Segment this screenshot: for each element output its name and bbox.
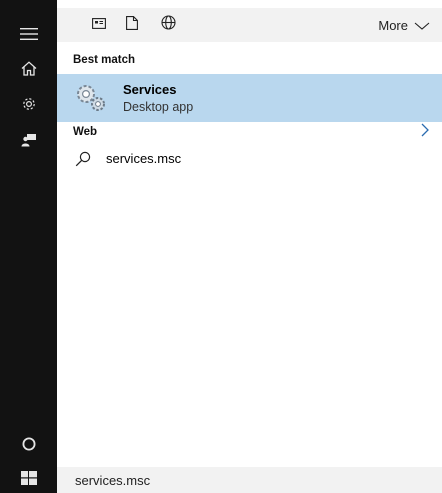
web-suggestion-text: services.msc [106,151,182,166]
search-panel: More Best match Services Desktop app Web [57,0,442,493]
web-filter-button[interactable] [153,8,183,42]
gear-icon [21,96,37,112]
more-filters-button[interactable]: More [378,8,430,42]
home-icon [21,60,37,76]
documents-filter-button[interactable] [117,8,147,42]
feedback-user-icon [21,133,37,147]
best-match-subtitle: Desktop app [123,100,194,114]
windows-start-icon [20,470,37,485]
services-gear-icon [73,83,111,118]
web-results-arrow[interactable] [418,123,432,142]
best-match-title: Services [123,82,177,97]
cortana-button[interactable] [0,424,57,464]
hamburger-menu-icon [19,28,38,40]
best-match-result[interactable]: Services Desktop app [57,74,442,122]
apps-filter-button[interactable] [84,8,114,42]
home-button[interactable] [0,48,57,88]
apps-filter-icon [92,16,106,34]
settings-button[interactable] [0,84,57,124]
cortana-circle-icon [22,437,36,451]
globe-icon [160,15,176,35]
left-rail [0,0,57,493]
web-header: Web [73,126,98,138]
search-input[interactable] [75,472,425,488]
feedback-button[interactable] [0,120,57,160]
filter-bar: More [57,8,442,42]
chevron-down-icon [408,18,430,33]
chevron-right-icon [421,123,429,142]
more-label: More [378,17,408,33]
document-icon [126,15,138,35]
start-button[interactable] [0,462,57,493]
search-box[interactable] [57,467,442,493]
web-suggestion[interactable]: services.msc [57,147,442,171]
search-icon [75,151,91,172]
best-match-header: Best match [73,54,135,66]
